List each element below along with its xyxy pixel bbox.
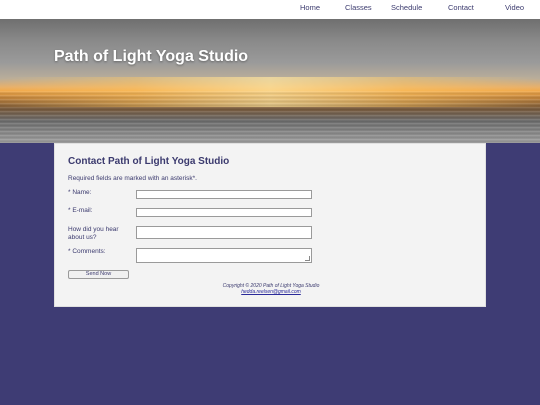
required-note: Required fields are marked with an aster… bbox=[68, 175, 197, 182]
contact-form-card: Contact Path of Light Yoga Studio Requir… bbox=[54, 143, 486, 307]
email-input[interactable] bbox=[136, 208, 312, 217]
comments-label: * Comments: bbox=[68, 248, 106, 255]
email-label: * E-mail: bbox=[68, 207, 93, 214]
form-heading: Contact Path of Light Yoga Studio bbox=[68, 156, 230, 167]
hero-banner: Path of Light Yoga Studio bbox=[0, 19, 540, 143]
nav-link-contact[interactable]: Contact bbox=[448, 3, 474, 12]
site-title: Path of Light Yoga Studio bbox=[54, 48, 249, 65]
name-input[interactable] bbox=[136, 190, 312, 199]
top-navigation: Home Classes Schedule Contact Video bbox=[0, 0, 540, 19]
comments-textarea[interactable] bbox=[136, 248, 312, 263]
nav-link-classes[interactable]: Classes bbox=[345, 3, 372, 12]
name-label: * Name: bbox=[68, 189, 92, 196]
nav-link-home[interactable]: Home bbox=[300, 3, 320, 12]
contact-email-link[interactable]: hedda.reelsen@gmail.com bbox=[55, 289, 487, 295]
water-ripples bbox=[0, 91, 540, 143]
nav-link-video[interactable]: Video bbox=[505, 3, 524, 12]
hear-about-label: How did you hear about us? bbox=[68, 226, 119, 241]
nav-link-schedule[interactable]: Schedule bbox=[391, 3, 422, 12]
send-now-button[interactable]: Send Now bbox=[68, 270, 129, 279]
hear-about-input[interactable] bbox=[136, 226, 312, 239]
